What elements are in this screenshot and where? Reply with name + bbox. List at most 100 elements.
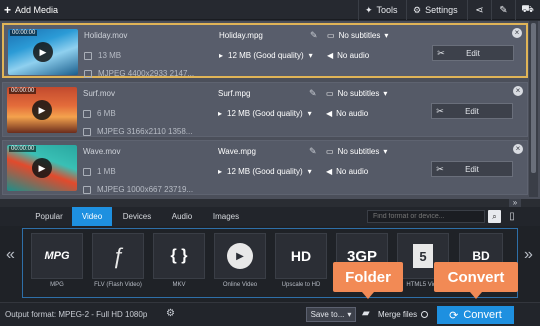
- subtitles-dropdown[interactable]: ▭ No subtitles ▾: [326, 89, 387, 98]
- subtitles-dropdown[interactable]: ▭ No subtitles ▾: [327, 31, 388, 40]
- format-caption: FLV (Flash Video): [94, 282, 142, 288]
- source-size: 6 MB: [83, 109, 116, 118]
- play-icon[interactable]: ▶: [32, 100, 52, 120]
- remove-file-icon[interactable]: ×: [512, 28, 522, 38]
- rename-pencil-icon[interactable]: ✎: [309, 146, 317, 157]
- video-thumbnail[interactable]: 00:00:00 ▶: [7, 87, 77, 133]
- source-filename: Holiday.mov: [84, 31, 128, 40]
- save-to-label: Save to...: [310, 310, 345, 319]
- edit-button[interactable]: ✂ Edit: [431, 103, 513, 119]
- file-row[interactable]: 00:00:00 ▶ Surf.mov 6 MB MJPEG 3166x2110…: [2, 82, 528, 137]
- merge-files-label: Merge files: [378, 310, 418, 319]
- tools-button[interactable]: ✦ Tools: [358, 0, 404, 20]
- play-icon[interactable]: ▶: [33, 42, 53, 62]
- subtitles-dropdown[interactable]: ▭ No subtitles ▾: [326, 147, 387, 156]
- video-info-icon: [84, 69, 92, 78]
- format-caption: Upscale to HD: [281, 282, 321, 288]
- format-item[interactable]: ▶ Online Video: [212, 233, 268, 297]
- format-item[interactable]: ƒ FLV (Flash Video): [90, 233, 146, 297]
- chevron-down-icon: ▾: [384, 31, 389, 40]
- play-icon[interactable]: ▶: [32, 158, 52, 178]
- source-meta: MJPEG 4400x2933 2147...: [84, 69, 194, 78]
- tab-audio[interactable]: Audio: [162, 207, 202, 226]
- tab-images[interactable]: Images: [204, 207, 248, 226]
- collapse-panel-icon[interactable]: »: [509, 199, 521, 207]
- add-media-label: Add Media: [15, 5, 59, 15]
- output-size[interactable]: ▸ 12 MB (Good quality) ▾: [218, 167, 312, 176]
- callout-pointer: [470, 292, 482, 299]
- save-to-dropdown[interactable]: Save to... ▾: [306, 307, 356, 322]
- speaker-icon: ◀: [327, 51, 334, 60]
- video-thumbnail[interactable]: 00:00:00 ▶: [8, 29, 78, 75]
- subtitles-value: No subtitles: [338, 31, 381, 40]
- device-detect-icon[interactable]: ▯: [505, 209, 519, 224]
- refresh-icon: ⟳: [449, 309, 459, 322]
- chevron-left-icon[interactable]: «: [6, 246, 15, 264]
- merge-files-toggle[interactable]: Merge files: [378, 310, 429, 319]
- tab-devices[interactable]: Devices: [114, 207, 160, 226]
- subtitles-icon: ▭: [326, 89, 334, 98]
- tab-video[interactable]: Video: [72, 207, 112, 226]
- edit-label: Edit: [465, 106, 479, 116]
- folder-callout: Folder: [333, 262, 403, 299]
- convert-label: Convert: [463, 309, 502, 321]
- html5-badge: 5: [413, 244, 433, 268]
- file-row[interactable]: 00:00:00 ▶ Holiday.mov 13 MB MJPEG 4400x…: [2, 23, 528, 78]
- edit-button[interactable]: ✂ Edit: [432, 45, 514, 61]
- video-info-icon: [83, 185, 91, 194]
- format-caption: Online Video: [222, 282, 258, 288]
- add-media-button[interactable]: + Add Media: [4, 3, 58, 17]
- chevron-down-icon: ▾: [308, 51, 313, 60]
- convert-button[interactable]: ⟳ Convert: [437, 306, 514, 324]
- output-size-value: 12 MB (Good quality): [227, 167, 303, 176]
- flash-format-icon: ƒ: [92, 233, 144, 279]
- file-icon: [83, 109, 91, 118]
- audio-dropdown[interactable]: ◀ No audio: [327, 51, 369, 60]
- format-item[interactable]: HD Upscale to HD: [273, 233, 329, 297]
- chevron-right-icon[interactable]: »: [524, 246, 533, 264]
- rename-pencil-icon[interactable]: ✎: [310, 30, 318, 41]
- settings-gear-icon: ⚙: [413, 4, 422, 15]
- file-row[interactable]: 00:00:00 ▶ Wave.mov 1 MB MJPEG 1000x667 …: [2, 140, 528, 195]
- folder-icon[interactable]: ▰: [362, 308, 370, 319]
- output-filename[interactable]: Wave.mpg: [218, 147, 256, 156]
- output-size-value: 12 MB (Good quality): [227, 109, 303, 118]
- video-thumbnail[interactable]: 00:00:00 ▶: [7, 145, 77, 191]
- remove-file-icon[interactable]: ×: [513, 86, 523, 96]
- format-search-input[interactable]: [367, 210, 485, 223]
- remove-file-icon[interactable]: ×: [513, 144, 523, 154]
- share-button[interactable]: ⋖: [467, 0, 491, 20]
- source-size-value: 1 MB: [97, 167, 116, 176]
- top-toolbar: + Add Media ✦ Tools ⚙ Settings ⋖ ✎ ⛟: [0, 0, 540, 20]
- edit-button[interactable]: ✂ Edit: [431, 161, 513, 177]
- audio-dropdown[interactable]: ◀ No audio: [326, 167, 368, 176]
- file-list-scrollbar[interactable]: [529, 21, 538, 197]
- output-filename[interactable]: Surf.mpg: [218, 89, 250, 98]
- format-item[interactable]: { } MKV: [151, 233, 207, 297]
- folder-callout-label: Folder: [345, 268, 391, 286]
- search-icon[interactable]: ⌕: [488, 210, 501, 223]
- tab-popular[interactable]: Popular: [28, 207, 70, 226]
- online-video-badge: ▶: [227, 243, 253, 269]
- edit-label: Edit: [465, 164, 479, 174]
- audio-dropdown[interactable]: ◀ No audio: [326, 109, 368, 118]
- source-filename: Wave.mov: [83, 147, 121, 156]
- chevron-down-icon: ▾: [383, 89, 388, 98]
- scrollbar-thumb[interactable]: [531, 23, 536, 173]
- tools-label: Tools: [376, 5, 398, 15]
- output-settings-gear-icon[interactable]: ⚙: [166, 308, 175, 319]
- output-size[interactable]: ▸ 12 MB (Good quality) ▾: [218, 109, 312, 118]
- output-size[interactable]: ▸ 12 MB (Good quality) ▾: [219, 51, 313, 60]
- output-format-label: Output format: MPEG-2 - Full HD 1080p: [5, 310, 148, 319]
- convert-callout: Convert: [434, 262, 518, 299]
- duration-label: 00:00:00: [9, 88, 37, 94]
- settings-button[interactable]: ⚙ Settings: [406, 0, 464, 20]
- rename-pencil-icon[interactable]: ✎: [309, 88, 317, 99]
- format-caption: MKV: [172, 282, 186, 288]
- format-item[interactable]: MPG MPG: [29, 233, 85, 297]
- chevron-down-icon: ▾: [307, 109, 312, 118]
- cart-button[interactable]: ⛟: [515, 0, 539, 20]
- wrench-button[interactable]: ✎: [491, 0, 515, 20]
- audio-value: No audio: [336, 109, 369, 118]
- output-filename[interactable]: Holiday.mpg: [219, 31, 263, 40]
